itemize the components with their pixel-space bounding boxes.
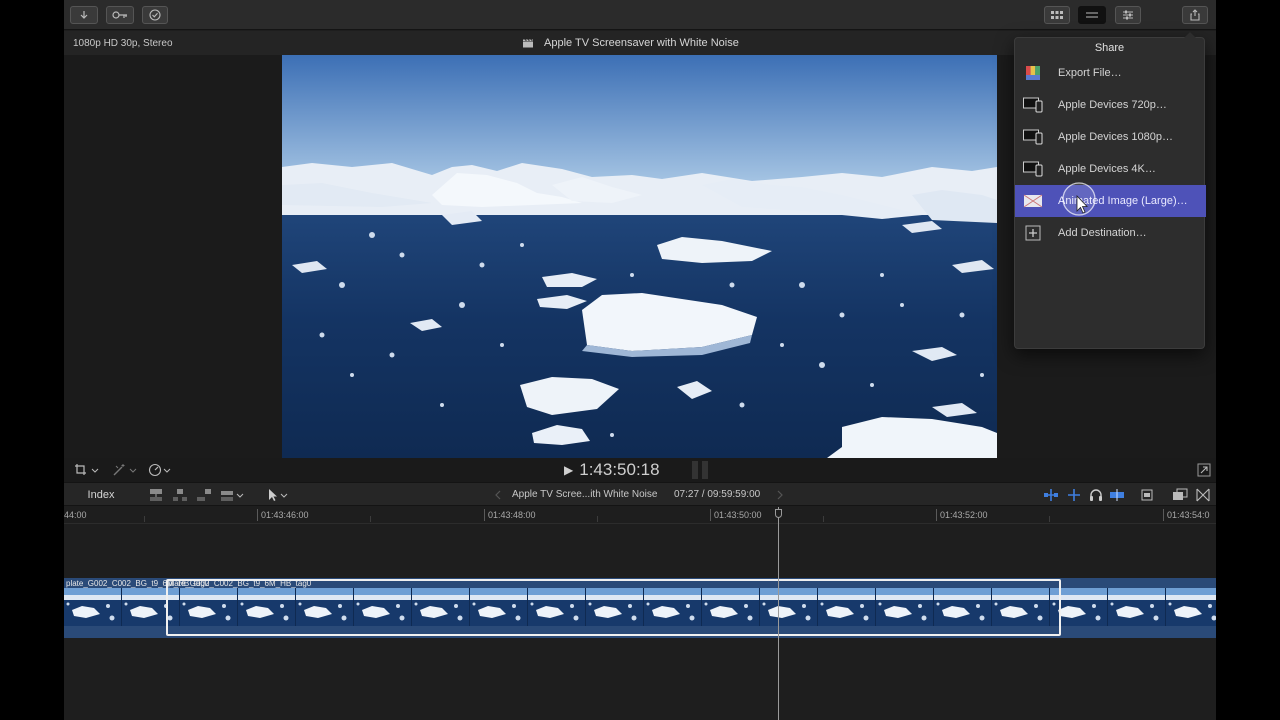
share-item-add-destination[interactable]: Add Destination…	[1015, 217, 1206, 249]
project-title: Apple TV Screensaver with White Noise	[544, 37, 739, 49]
effects-browser-icon[interactable]	[1172, 487, 1188, 503]
share-popover: Share Export File… Apple Devices 720p… A…	[1014, 32, 1206, 349]
share-icon	[1190, 9, 1200, 21]
share-title: Share	[1094, 42, 1125, 54]
clip-appearance-icon[interactable]	[1139, 487, 1155, 503]
back-chevron-icon[interactable]	[494, 490, 502, 500]
selected-clip-outline[interactable]	[166, 579, 1061, 636]
timeline-toggle-button[interactable]	[1078, 6, 1106, 24]
share-item-export-file[interactable]: Export File…	[1015, 57, 1206, 89]
sliders-icon	[1123, 10, 1133, 20]
share-item-label: Apple Devices 720p…	[1058, 99, 1167, 111]
transitions-browser-icon[interactable]	[1195, 487, 1211, 503]
share-item-apple-devices-4k[interactable]: Apple Devices 4K…	[1015, 153, 1206, 185]
crop-icon[interactable]	[74, 463, 100, 477]
overwrite-clip-icon[interactable]	[220, 487, 246, 503]
key-icon	[112, 11, 127, 19]
iceberg-video-frame-image	[282, 55, 997, 458]
share-item-label: Apple Devices 4K…	[1058, 163, 1156, 175]
animated-image-icon	[1023, 192, 1043, 210]
share-item-apple-devices-1080p[interactable]: Apple Devices 1080p…	[1015, 121, 1206, 153]
insert-clip-icon[interactable]	[172, 487, 188, 503]
download-arrow-icon	[80, 11, 88, 19]
inspector-toggle-button[interactable]	[1115, 6, 1141, 24]
format-label: 1080p HD 30p, Stereo	[73, 38, 173, 49]
timecode-value: 1:43:50:18	[579, 460, 660, 479]
timeline-toolbar: Index Apple TV Scree...ith White Noise 0…	[64, 482, 1216, 506]
cursor-highlight	[1062, 182, 1096, 216]
viewer-title: Apple TV Screensaver with White Noise	[522, 37, 739, 49]
snapping-icon[interactable]	[1109, 487, 1125, 503]
share-button[interactable]	[1182, 6, 1208, 24]
skimming-icon[interactable]	[1043, 487, 1059, 503]
playhead-handle[interactable]	[775, 509, 782, 518]
final-cut-pro-window: 1080p HD 30p, Stereo Apple TV Screensave…	[64, 0, 1216, 720]
speedometer-icon[interactable]	[148, 463, 174, 477]
export-file-icon	[1023, 64, 1043, 82]
append-clip-icon[interactable]	[196, 487, 212, 503]
grid-icon	[1051, 11, 1063, 19]
connect-clip-icon[interactable]	[148, 487, 164, 503]
keywords-button[interactable]	[106, 6, 134, 24]
headphones-icon[interactable]	[1088, 487, 1104, 503]
forward-chevron-icon[interactable]	[776, 490, 784, 500]
playhead[interactable]	[778, 507, 779, 720]
apple-devices-icon	[1023, 96, 1043, 114]
transport-bar: ▶ 1:43:50:18	[64, 458, 1216, 482]
timeline-area[interactable]: plate_G002_C002_BG_t9_6M_HB_tag0 plate_G…	[64, 524, 1216, 720]
fullscreen-icon[interactable]	[1197, 463, 1211, 477]
top-toolbar	[64, 0, 1216, 30]
background-tasks-button[interactable]	[142, 6, 168, 24]
timecode-display[interactable]: ▶ 1:43:50:18	[564, 460, 660, 480]
check-circle-icon	[149, 9, 161, 21]
share-item-animated-image-large[interactable]: Animated Image (Large)…	[1015, 185, 1206, 217]
share-item-label: Add Destination…	[1058, 227, 1147, 239]
share-item-label: Export File…	[1058, 67, 1122, 79]
magic-wand-icon[interactable]	[112, 463, 138, 477]
browser-toggle-button[interactable]	[1044, 6, 1070, 24]
add-icon	[1023, 224, 1043, 242]
audio-skimming-icon[interactable]	[1066, 487, 1082, 503]
apple-devices-icon	[1023, 160, 1043, 178]
select-tool-arrow-icon[interactable]	[264, 487, 290, 503]
timeline-project-name: Apple TV Scree...ith White Noise	[512, 489, 658, 500]
apple-devices-icon	[1023, 128, 1043, 146]
share-item-apple-devices-720p[interactable]: Apple Devices 720p…	[1015, 89, 1206, 121]
clapper-icon	[523, 39, 533, 48]
pause-bars-icon	[692, 461, 710, 479]
index-button[interactable]: Index	[64, 483, 138, 507]
video-frame[interactable]	[282, 55, 997, 458]
import-button[interactable]	[70, 6, 98, 24]
timeline-layout-icon	[1086, 12, 1098, 18]
share-item-label: Apple Devices 1080p…	[1058, 131, 1173, 143]
timeline-ruler[interactable]: 44:00 01:43:46:00 01:43:48:00 01:43:50:0…	[64, 507, 1216, 524]
timeline-duration: 07:27 / 09:59:59:00	[674, 489, 761, 500]
play-icon[interactable]: ▶	[564, 463, 573, 477]
